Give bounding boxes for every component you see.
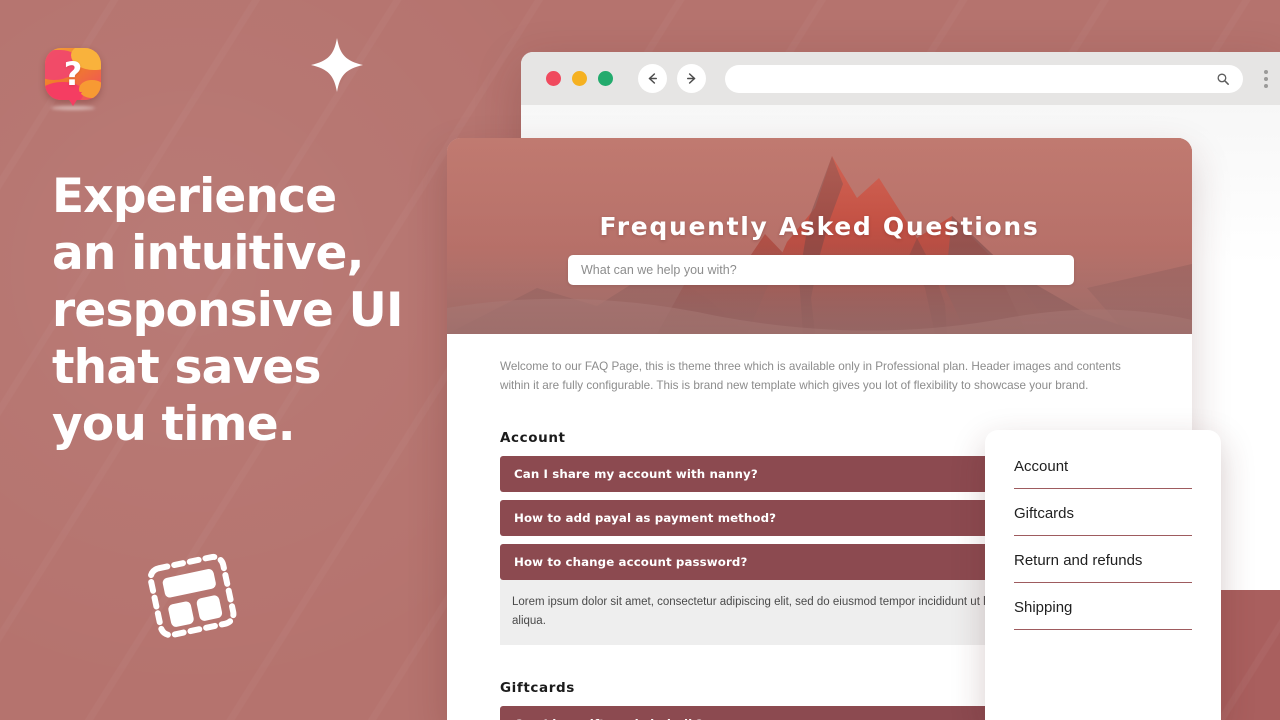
faq-logo: ? bbox=[45, 48, 101, 110]
faq-search-placeholder: What can we help you with? bbox=[581, 263, 737, 277]
accordion-question: How to add payal as payment method? bbox=[514, 511, 777, 525]
kebab-menu-icon[interactable] bbox=[1264, 69, 1268, 88]
search-icon[interactable] bbox=[1216, 72, 1230, 86]
faq-hero: Frequently Asked Questions What can we h… bbox=[447, 138, 1192, 334]
sparkle-icon bbox=[311, 38, 363, 92]
minimize-dot-icon[interactable] bbox=[572, 71, 587, 86]
category-list-item-shipping[interactable]: Shipping bbox=[1014, 599, 1192, 630]
back-button[interactable] bbox=[638, 64, 667, 93]
close-dot-icon[interactable] bbox=[546, 71, 561, 86]
category-list-card: Account Giftcards Return and refunds Shi… bbox=[985, 430, 1221, 720]
forward-button[interactable] bbox=[677, 64, 706, 93]
arrow-right-icon bbox=[687, 73, 696, 84]
logo-bubble: ? bbox=[45, 48, 101, 100]
category-list-item-giftcards[interactable]: Giftcards bbox=[1014, 505, 1192, 536]
accordion-question: How to change account password? bbox=[514, 555, 748, 569]
browser-toolbar bbox=[521, 52, 1280, 105]
promo-screenshot: ? Experience an intuitive, responsive UI… bbox=[0, 0, 1280, 720]
accordion-question: Can I share my account with nanny? bbox=[514, 467, 758, 481]
address-bar[interactable] bbox=[725, 64, 1243, 93]
page-title: Experience an intuitive, responsive UI t… bbox=[52, 169, 403, 452]
window-controls bbox=[546, 71, 613, 86]
category-list-item-account[interactable]: Account bbox=[1014, 458, 1192, 489]
faq-intro-text: Welcome to our FAQ Page, this is theme t… bbox=[500, 360, 1121, 392]
maximize-dot-icon[interactable] bbox=[598, 71, 613, 86]
arrow-left-icon bbox=[648, 73, 657, 84]
category-list-item-return-and-refunds[interactable]: Return and refunds bbox=[1014, 552, 1192, 583]
faq-search-input[interactable]: What can we help you with? bbox=[568, 255, 1074, 285]
question-mark-icon: ? bbox=[63, 55, 83, 93]
faq-heading: Frequently Asked Questions bbox=[599, 212, 1040, 241]
logo-shadow bbox=[51, 106, 95, 110]
layout-frame-icon bbox=[146, 550, 238, 642]
